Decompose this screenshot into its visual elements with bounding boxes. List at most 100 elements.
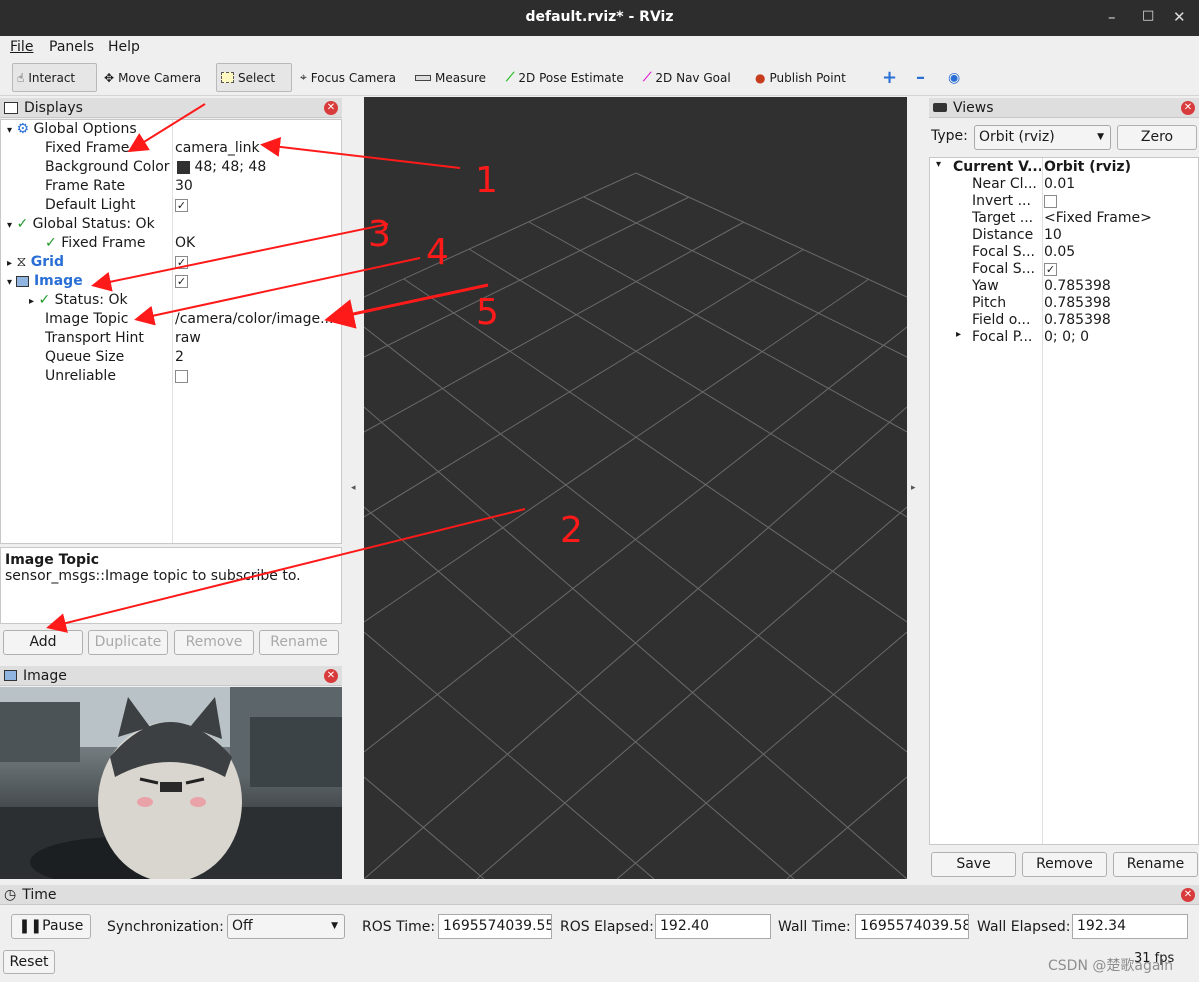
collapse-right-icon[interactable]: ▸ [911, 483, 916, 493]
ros-elapsed-field[interactable]: 192.40 [655, 914, 771, 939]
eye-icon[interactable]: ◉ [944, 63, 964, 92]
checkmark-icon: ✓ [1044, 262, 1057, 276]
tool-publish-point[interactable]: ● Publish Point [751, 63, 850, 92]
empty-checkbox-icon [175, 369, 188, 383]
view-prop-row[interactable]: Focal S... ✓ [930, 261, 1196, 278]
menu-help[interactable]: Help [108, 39, 140, 55]
tool-label: 2D Pose Estimate [518, 70, 624, 85]
add-button[interactable]: Add [3, 630, 83, 655]
maximize-button[interactable]: □ [1142, 8, 1154, 23]
fixed-frame-value[interactable]: camera_link [175, 140, 260, 159]
empty-checkbox-icon [1044, 194, 1057, 208]
menu-bar: File Panels Help [0, 36, 1199, 58]
tool-2d-pose-estimate[interactable]: ⟋ 2D Pose Estimate [502, 63, 628, 92]
background-color-value[interactable]: 48; 48; 48 [177, 159, 266, 178]
unreliable-checkbox[interactable] [175, 368, 188, 387]
frame-rate-value[interactable]: 30 [175, 178, 193, 197]
tree-row-grid[interactable]: ▸ ⧖ Grid [7, 254, 64, 273]
duplicate-button[interactable]: Duplicate [88, 630, 168, 655]
camera-icon [933, 103, 947, 112]
wall-time-field[interactable]: 1695574039.58 [855, 914, 969, 939]
tree-row-global-options[interactable]: ▾ ⚙ Global Options [7, 121, 137, 140]
view-prop-row[interactable]: Near Cl... 0.01 [930, 176, 1196, 193]
tool-focus-camera[interactable]: ⌖ Focus Camera [296, 63, 400, 92]
tool-2d-nav-goal[interactable]: ⟋ 2D Nav Goal [639, 63, 735, 92]
grid-checkbox[interactable]: ✓ [175, 254, 188, 273]
current-view-row[interactable]: ▾ Current V... Orbit (rviz) [930, 159, 1196, 176]
view-prop-row[interactable]: Yaw 0.785398 [930, 278, 1196, 295]
ruler-icon [415, 74, 431, 81]
close-window-button[interactable]: ✕ [1173, 8, 1186, 26]
views-tree: ▾ Current V... Orbit (rviz) Near Cl... 0.… [929, 157, 1199, 845]
camera-image-drawing [0, 687, 342, 879]
tool-measure[interactable]: Measure [411, 63, 490, 92]
view-prop-row[interactable]: Pitch 0.785398 [930, 295, 1196, 312]
invert-checkbox[interactable] [1044, 193, 1057, 209]
tool-move-camera[interactable]: ✥ Move Camera [100, 63, 205, 92]
minimize-button[interactable]: – [1108, 8, 1116, 26]
render-viewport[interactable] [364, 97, 907, 879]
default-light-checkbox[interactable]: ✓ [175, 197, 188, 216]
tree-row-image-status[interactable]: ▸ ✓ Status: Ok [29, 292, 128, 311]
view-prop-row[interactable]: Target ... <Fixed Frame> [930, 210, 1196, 227]
close-icon[interactable]: ✕ [324, 101, 338, 115]
view-prop-row[interactable]: ▸ Focal P... 0; 0; 0 [930, 329, 1196, 346]
image-checkbox[interactable]: ✓ [175, 273, 188, 292]
menu-file[interactable]: File [10, 39, 33, 55]
tool-interact[interactable]: ☝ Interact [12, 63, 97, 92]
prop-name: Focal P... [972, 329, 1033, 345]
fixed-frame-label: Fixed Frame [45, 140, 130, 156]
close-icon[interactable]: ✕ [324, 669, 338, 683]
menu-panels[interactable]: Panels [49, 39, 94, 55]
description-title: Image Topic [5, 552, 100, 568]
hand-icon: ☝ [17, 70, 25, 85]
transport-hint-value[interactable]: raw [175, 330, 201, 349]
tool-label: Publish Point [769, 70, 846, 85]
ground-grid [364, 172, 907, 879]
minus-icon[interactable]: – [912, 63, 929, 92]
focal-checkbox[interactable]: ✓ [1044, 261, 1057, 277]
zero-button[interactable]: Zero [1117, 125, 1197, 150]
plus-icon[interactable]: + [878, 63, 901, 92]
check-icon: ✓ [45, 235, 57, 251]
image-panel-header: Image ✕ [0, 666, 342, 686]
description-text: sensor_msgs::Image topic to subscribe to… [5, 568, 301, 584]
sync-select[interactable]: Off ▼ [227, 914, 345, 939]
close-icon[interactable]: ✕ [1181, 888, 1195, 902]
checkmark-icon: ✓ [175, 198, 188, 212]
tree-row-global-status[interactable]: ▾ ✓ Global Status: Ok [7, 216, 155, 235]
rename-view-button[interactable]: Rename [1113, 852, 1198, 877]
ros-elapsed-label: ROS Elapsed: [560, 919, 654, 935]
close-icon[interactable]: ✕ [1181, 101, 1195, 115]
prop-name: Focal S... [972, 261, 1035, 277]
remove-display-button[interactable]: Remove [174, 630, 254, 655]
reset-button[interactable]: Reset [3, 950, 55, 974]
queue-size-value[interactable]: 2 [175, 349, 184, 368]
view-prop-row[interactable]: Field o... 0.785398 [930, 312, 1196, 329]
wall-elapsed-field[interactable]: 192.34 [1072, 914, 1188, 939]
view-prop-row[interactable]: Distance 10 [930, 227, 1196, 244]
tool-bar: ☝ Interact ✥ Move Camera Select ⌖ Focus Cam… [0, 60, 1199, 96]
view-type-select[interactable]: Orbit (rviz) ▼ [974, 125, 1111, 150]
displays-tree: ▾ ⚙ Global Options Fixed Frame camera_li… [0, 119, 342, 544]
green-arrow-icon: ⟋ [506, 70, 515, 84]
prop-name: Field o... [972, 312, 1031, 328]
displays-header: Displays ✕ [0, 98, 342, 118]
ros-time-field[interactable]: 1695574039.55 [438, 914, 552, 939]
image-panel-title: Image [23, 667, 67, 684]
time-header: ◷ Time ✕ [0, 885, 1199, 905]
time-title: Time [22, 886, 57, 903]
rename-display-button[interactable]: Rename [259, 630, 339, 655]
checkmark-icon: ✓ [175, 274, 188, 288]
image-topic-value[interactable]: /camera/color/image... [175, 311, 333, 330]
collapse-left-icon[interactable]: ◂ [351, 483, 356, 493]
view-prop-row[interactable]: Invert ... [930, 193, 1196, 210]
view-prop-row[interactable]: Focal S... 0.05 [930, 244, 1196, 261]
pause-button[interactable]: ❚❚Pause [11, 914, 91, 939]
remove-view-button[interactable]: Remove [1022, 852, 1107, 877]
view-type-value: Orbit (rviz) [979, 129, 1055, 145]
tool-select[interactable]: Select [216, 63, 292, 92]
tree-row-image[interactable]: ▾ Image [7, 273, 83, 292]
gs-fixed-frame-row: ✓ Fixed Frame [45, 235, 146, 254]
save-view-button[interactable]: Save [931, 852, 1016, 877]
